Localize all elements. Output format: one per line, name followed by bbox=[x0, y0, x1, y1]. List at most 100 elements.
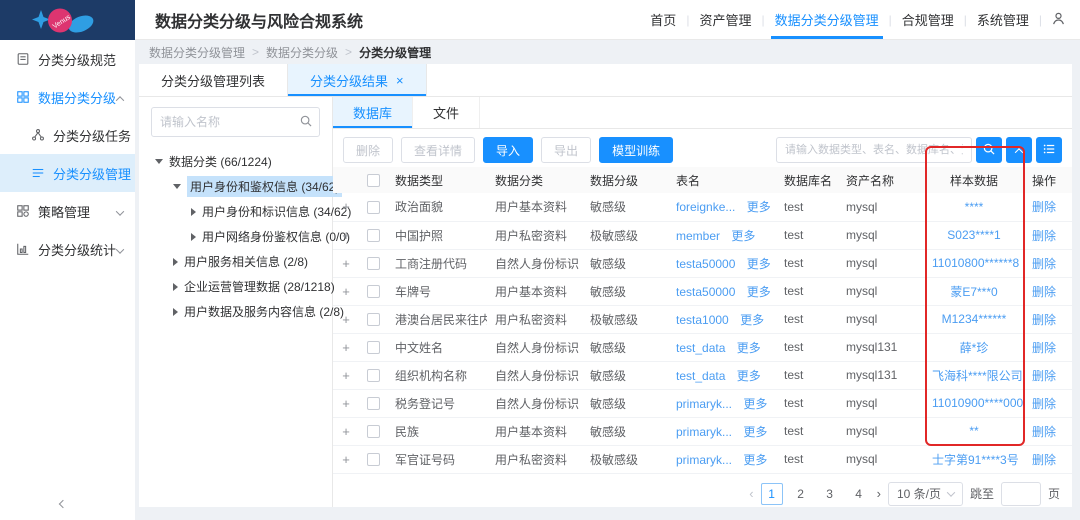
export-button[interactable]: 导出 bbox=[541, 137, 591, 163]
row-delete-link[interactable]: 删除 bbox=[1032, 313, 1056, 327]
sample-data-link[interactable]: S023****1 bbox=[947, 228, 1000, 242]
table-name-link[interactable]: primaryk... bbox=[676, 397, 732, 411]
nav-item-home[interactable]: 首页 bbox=[641, 0, 685, 39]
select-all-checkbox[interactable] bbox=[367, 174, 380, 187]
delete-button[interactable]: 删除 bbox=[343, 137, 393, 163]
tree-search-input[interactable] bbox=[151, 107, 320, 137]
more-link[interactable]: 更多 bbox=[743, 453, 767, 467]
table-name-link[interactable]: foreignke... bbox=[676, 200, 735, 214]
nav-item-assets[interactable]: 资产管理 bbox=[690, 0, 760, 39]
row-delete-link[interactable]: 删除 bbox=[1032, 257, 1056, 271]
row-checkbox[interactable] bbox=[367, 229, 380, 242]
row-checkbox[interactable] bbox=[367, 257, 380, 270]
page-button-4[interactable]: 4 bbox=[848, 483, 870, 505]
sample-data-link[interactable]: 11010800******8 bbox=[932, 256, 1019, 270]
nav-item-system[interactable]: 系统管理 bbox=[968, 0, 1038, 39]
more-link[interactable]: 更多 bbox=[747, 200, 771, 214]
expand-row-icon[interactable]: + bbox=[342, 368, 350, 383]
sidebar-item-stats[interactable]: 分类分级统计 bbox=[0, 230, 135, 268]
sidebar-item-manage[interactable]: 分类分级管理 bbox=[0, 154, 135, 192]
expand-row-icon[interactable]: + bbox=[342, 396, 350, 411]
close-tab-icon[interactable]: × bbox=[396, 73, 404, 88]
sample-data-link[interactable]: 薛*珍 bbox=[960, 341, 989, 355]
tree-node-identity-auth[interactable]: 用户身份和鉴权信息 (34/62) bbox=[139, 174, 332, 199]
prev-page-icon[interactable]: ‹ bbox=[749, 486, 753, 501]
tab-classification-result[interactable]: 分类分级结果 × bbox=[288, 64, 427, 96]
table-search-input[interactable] bbox=[776, 137, 972, 163]
row-delete-link[interactable]: 删除 bbox=[1032, 453, 1056, 467]
row-delete-link[interactable]: 删除 bbox=[1032, 229, 1056, 243]
more-link[interactable]: 更多 bbox=[743, 397, 767, 411]
tree-collapsed-arrow-icon[interactable] bbox=[191, 233, 196, 241]
expand-row-icon[interactable]: + bbox=[342, 424, 350, 439]
row-delete-link[interactable]: 删除 bbox=[1032, 369, 1056, 383]
tree-expanded-arrow-icon[interactable] bbox=[155, 159, 163, 164]
more-link[interactable]: 更多 bbox=[740, 313, 764, 327]
tree-collapsed-arrow-icon[interactable] bbox=[173, 258, 178, 266]
row-checkbox[interactable] bbox=[367, 201, 380, 214]
page-size-select[interactable]: 10 条/页 bbox=[888, 482, 963, 506]
more-link[interactable]: 更多 bbox=[731, 229, 755, 243]
more-link[interactable]: 更多 bbox=[737, 369, 761, 383]
table-name-link[interactable]: testa50000 bbox=[676, 257, 735, 271]
tree-node-identity-id[interactable]: 用户身份和标识信息 (34/62) bbox=[139, 199, 332, 224]
row-checkbox[interactable] bbox=[367, 453, 380, 466]
table-name-link[interactable]: testa1000 bbox=[676, 313, 729, 327]
model-train-button[interactable]: 模型训练 bbox=[599, 137, 673, 163]
more-link[interactable]: 更多 bbox=[747, 285, 771, 299]
sample-data-link[interactable]: 飞海科****限公司 bbox=[932, 369, 1023, 383]
search-button[interactable] bbox=[976, 137, 1002, 163]
row-checkbox[interactable] bbox=[367, 397, 380, 410]
sample-data-link[interactable]: **** bbox=[965, 200, 984, 214]
expand-row-icon[interactable]: + bbox=[342, 284, 350, 299]
tree-collapsed-arrow-icon[interactable] bbox=[191, 208, 196, 216]
table-name-link[interactable]: member bbox=[676, 229, 720, 243]
table-name-link[interactable]: test_data bbox=[676, 341, 725, 355]
table-name-link[interactable]: primaryk... bbox=[676, 425, 732, 439]
row-delete-link[interactable]: 删除 bbox=[1032, 341, 1056, 355]
row-checkbox[interactable] bbox=[367, 313, 380, 326]
expand-row-icon[interactable]: + bbox=[342, 312, 350, 327]
page-button-1[interactable]: 1 bbox=[761, 483, 783, 505]
import-button[interactable]: 导入 bbox=[483, 137, 533, 163]
sidebar-item-task[interactable]: 分类分级任务 bbox=[0, 116, 135, 154]
view-detail-button[interactable]: 查看详情 bbox=[401, 137, 475, 163]
sidebar-collapse-button[interactable] bbox=[60, 496, 66, 510]
sidebar-item-spec[interactable]: 分类分级规范 bbox=[0, 40, 135, 78]
tree-node-network-auth[interactable]: 用户网络身份鉴权信息 (0/0) bbox=[139, 224, 332, 249]
row-delete-link[interactable]: 删除 bbox=[1032, 200, 1056, 214]
sample-data-link[interactable]: 士字第91****3号 bbox=[932, 453, 1019, 467]
row-checkbox[interactable] bbox=[367, 369, 380, 382]
page-button-3[interactable]: 3 bbox=[819, 483, 841, 505]
nav-item-data-classification[interactable]: 数据分类分级管理 bbox=[766, 0, 888, 39]
tree-collapsed-arrow-icon[interactable] bbox=[173, 283, 178, 291]
tree-node-enterprise-data[interactable]: 企业运营管理数据 (28/1218) bbox=[139, 274, 332, 299]
breadcrumb-item[interactable]: 数据分类分级 bbox=[266, 44, 338, 61]
user-button[interactable] bbox=[1051, 11, 1066, 29]
nav-item-compliance[interactable]: 合规管理 bbox=[893, 0, 963, 39]
table-name-link[interactable]: test_data bbox=[676, 369, 725, 383]
table-name-link[interactable]: primaryk... bbox=[676, 453, 732, 467]
tree-node-service-info[interactable]: 用户服务相关信息 (2/8) bbox=[139, 249, 332, 274]
sample-data-link[interactable]: 11010900****000 bbox=[932, 396, 1023, 410]
sidebar-item-data-classification[interactable]: 数据分类分级 bbox=[0, 78, 135, 116]
tab-database[interactable]: 数据库 bbox=[333, 97, 413, 128]
tree-node-data-classification[interactable]: 数据分类 (66/1224) bbox=[139, 149, 332, 174]
more-link[interactable]: 更多 bbox=[743, 425, 767, 439]
row-delete-link[interactable]: 删除 bbox=[1032, 285, 1056, 299]
expand-row-icon[interactable]: + bbox=[342, 256, 350, 271]
next-page-icon[interactable]: › bbox=[877, 486, 881, 501]
collapse-search-button[interactable] bbox=[1006, 137, 1032, 163]
expand-row-icon[interactable]: + bbox=[342, 199, 350, 214]
column-settings-button[interactable] bbox=[1036, 137, 1062, 163]
more-link[interactable]: 更多 bbox=[747, 257, 771, 271]
tree-expanded-arrow-icon[interactable] bbox=[173, 184, 181, 189]
tree-collapsed-arrow-icon[interactable] bbox=[173, 308, 178, 316]
jump-page-input[interactable] bbox=[1001, 482, 1041, 506]
row-checkbox[interactable] bbox=[367, 341, 380, 354]
row-checkbox[interactable] bbox=[367, 285, 380, 298]
sidebar-item-strategy[interactable]: 策略管理 bbox=[0, 192, 135, 230]
sample-data-link[interactable]: M1234****** bbox=[942, 312, 1007, 326]
tab-manage-list[interactable]: 分类分级管理列表 bbox=[139, 64, 288, 96]
tab-file[interactable]: 文件 bbox=[413, 97, 480, 128]
